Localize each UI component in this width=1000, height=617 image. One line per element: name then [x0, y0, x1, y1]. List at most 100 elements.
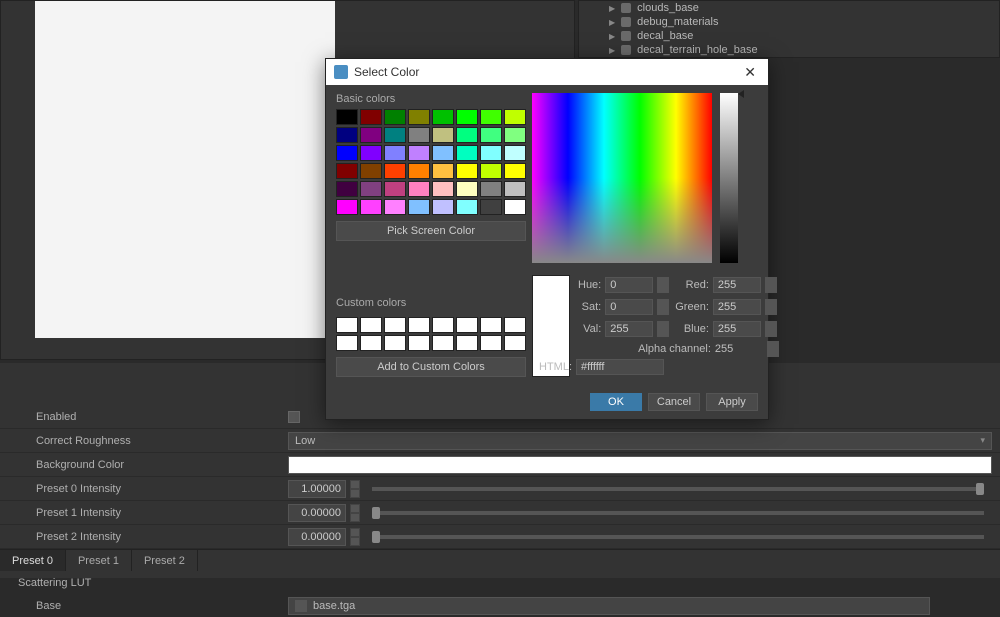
custom-swatch[interactable] [384, 335, 406, 351]
basic-swatch[interactable] [408, 199, 430, 215]
spinner[interactable] [765, 321, 777, 337]
basic-swatch[interactable] [432, 181, 454, 197]
expand-icon[interactable]: ▶ [609, 4, 615, 13]
spinner[interactable] [350, 528, 360, 546]
slider-thumb[interactable] [372, 531, 380, 543]
add-to-custom-colors-button[interactable]: Add to Custom Colors [336, 357, 526, 377]
slider-thumb[interactable] [372, 507, 380, 519]
outline-tree[interactable]: ▶clouds_base ▶debug_materials ▶decal_bas… [578, 0, 1000, 58]
html-input[interactable]: #ffffff [576, 359, 664, 375]
custom-swatch[interactable] [360, 335, 382, 351]
custom-swatch[interactable] [408, 335, 430, 351]
basic-swatch[interactable] [504, 127, 526, 143]
alpha-input[interactable]: 255 [715, 343, 763, 355]
preset1-intensity-slider[interactable] [372, 511, 984, 515]
spinner[interactable] [350, 480, 360, 498]
value-slider[interactable] [720, 93, 738, 263]
basic-swatch[interactable] [384, 163, 406, 179]
basic-swatch[interactable] [504, 145, 526, 161]
custom-swatch[interactable] [432, 317, 454, 333]
hue-sat-picker[interactable] [532, 93, 712, 263]
basic-swatch[interactable] [336, 181, 358, 197]
basic-swatch[interactable] [408, 181, 430, 197]
dialog-titlebar[interactable]: Select Color ✕ [326, 59, 768, 85]
tab-preset0[interactable]: Preset 0 [0, 550, 66, 571]
basic-swatch[interactable] [456, 181, 478, 197]
custom-swatch[interactable] [456, 317, 478, 333]
preset0-intensity-input[interactable]: 1.00000 [288, 480, 346, 498]
basic-swatch[interactable] [336, 163, 358, 179]
red-input[interactable]: 255 [713, 277, 761, 293]
tab-preset1[interactable]: Preset 1 [66, 550, 132, 571]
basic-swatch[interactable] [480, 109, 502, 125]
basic-swatch[interactable] [336, 199, 358, 215]
custom-swatch[interactable] [504, 335, 526, 351]
basic-swatch[interactable] [432, 127, 454, 143]
basic-swatch[interactable] [360, 163, 382, 179]
custom-swatch[interactable] [480, 317, 502, 333]
tree-item[interactable]: ▶clouds_base [579, 1, 999, 15]
basic-swatch[interactable] [360, 145, 382, 161]
blue-input[interactable]: 255 [713, 321, 761, 337]
basic-swatch[interactable] [384, 109, 406, 125]
expand-icon[interactable]: ▶ [609, 18, 615, 27]
expand-icon[interactable]: ▶ [609, 32, 615, 41]
green-input[interactable]: 255 [713, 299, 761, 315]
tab-preset2[interactable]: Preset 2 [132, 550, 198, 571]
basic-swatch[interactable] [480, 145, 502, 161]
background-color-swatch[interactable] [288, 456, 992, 474]
basic-swatch[interactable] [408, 163, 430, 179]
spinner[interactable] [765, 299, 777, 315]
spinner[interactable] [657, 299, 669, 315]
val-input[interactable]: 255 [605, 321, 653, 337]
basic-swatch[interactable] [456, 127, 478, 143]
basic-swatch[interactable] [480, 181, 502, 197]
basic-swatch[interactable] [456, 163, 478, 179]
spinner[interactable] [657, 321, 669, 337]
basic-swatch[interactable] [384, 145, 406, 161]
basic-swatch[interactable] [504, 199, 526, 215]
basic-swatch[interactable] [504, 181, 526, 197]
custom-swatch[interactable] [456, 335, 478, 351]
basic-swatch[interactable] [360, 127, 382, 143]
basic-swatch[interactable] [456, 145, 478, 161]
basic-swatch[interactable] [336, 127, 358, 143]
basic-swatch[interactable] [408, 145, 430, 161]
spinner[interactable] [350, 504, 360, 522]
basic-swatch[interactable] [432, 163, 454, 179]
custom-swatch[interactable] [408, 317, 430, 333]
slider-thumb[interactable] [976, 483, 984, 495]
close-icon[interactable]: ✕ [740, 64, 760, 81]
ok-button[interactable]: OK [590, 393, 642, 411]
tree-item[interactable]: ▶decal_base [579, 29, 999, 43]
basic-swatch[interactable] [336, 109, 358, 125]
basic-swatch[interactable] [432, 109, 454, 125]
tree-item[interactable]: ▶decal_terrain_hole_base [579, 43, 999, 57]
custom-swatch[interactable] [480, 335, 502, 351]
basic-swatch[interactable] [384, 181, 406, 197]
custom-swatch[interactable] [384, 317, 406, 333]
custom-swatch[interactable] [336, 317, 358, 333]
sat-input[interactable]: 0 [605, 299, 653, 315]
basic-swatch[interactable] [504, 109, 526, 125]
correct-roughness-select[interactable]: Low▾ [288, 432, 992, 450]
basic-swatch[interactable] [408, 109, 430, 125]
preset2-intensity-input[interactable]: 0.00000 [288, 528, 346, 546]
custom-swatch[interactable] [504, 317, 526, 333]
spinner[interactable] [657, 277, 669, 293]
basic-swatch[interactable] [504, 163, 526, 179]
value-marker-icon[interactable] [738, 90, 744, 98]
basic-swatch[interactable] [432, 145, 454, 161]
basic-swatch[interactable] [384, 127, 406, 143]
basic-swatch[interactable] [360, 181, 382, 197]
basic-swatch[interactable] [456, 199, 478, 215]
spinner[interactable] [765, 277, 777, 293]
basic-swatch[interactable] [480, 127, 502, 143]
expand-icon[interactable]: ▶ [609, 46, 615, 55]
preset2-intensity-slider[interactable] [372, 535, 984, 539]
enabled-checkbox[interactable] [288, 411, 300, 423]
custom-swatch[interactable] [336, 335, 358, 351]
basic-swatch[interactable] [360, 109, 382, 125]
preset0-intensity-slider[interactable] [372, 487, 984, 491]
custom-swatch[interactable] [360, 317, 382, 333]
